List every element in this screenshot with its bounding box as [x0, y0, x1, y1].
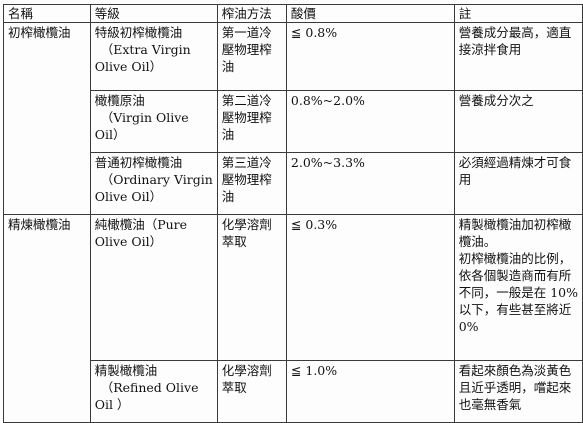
acidity-value: ≦ 0.8% [290, 25, 338, 40]
note-line: 0% [458, 319, 479, 334]
method-line: 第一道冷 [221, 25, 272, 40]
note-line: 用 [458, 172, 472, 187]
grade-line: 普通初榨橄欖油 [94, 155, 183, 170]
method-line: 油 [221, 127, 235, 142]
group-name-cell: 精煉橄欖油 [3, 214, 91, 423]
method-line: 萃取 [221, 234, 247, 249]
method-line: 壓物理榨 [221, 172, 272, 187]
note-line: 營養成分次之 [458, 93, 534, 108]
note-line: 依各個製造商而有所 [458, 268, 572, 283]
grade-line: Oil ） [94, 397, 130, 412]
method-line: 化學溶劑 [221, 363, 272, 378]
note-line: 看起來顏色為淡黃色 [458, 363, 572, 378]
note-cell: 必須經過精煉才可食 用 [453, 152, 583, 215]
grade-line: Olive Oil） [94, 234, 163, 249]
grade-line: 精製橄欖油 [94, 363, 158, 378]
method-line: 化學溶劑 [221, 217, 272, 232]
acidity-value: 0.8%~2.0% [290, 93, 365, 108]
grade-cell: 橄欖原油 （Virgin Olive Oil） [89, 90, 218, 153]
acidity-cell: 0.8%~2.0% [285, 90, 455, 153]
acidity-cell: ≦ 0.3% [285, 214, 455, 361]
note-cell: 精製橄欖油加初榨橄 欖油。 初榨橄欖油的比例， 依各個製造商而有所 不同，一般是… [453, 214, 583, 361]
note-line: 且近乎透明，嚐起來 [458, 380, 572, 395]
grade-line: （Extra Virgin [100, 42, 191, 57]
method-cell: 第三道冷 壓物理榨 油 [216, 152, 287, 215]
note-line: 接涼拌食用 [458, 42, 522, 57]
group-name: 精煉橄欖油 [8, 217, 71, 232]
note-cell: 看起來顏色為淡黃色 且近乎透明，嚐起來 也毫無香氣 [453, 360, 583, 423]
grade-line: （Ordinary Virgin [100, 172, 213, 187]
method-cell: 化學溶劑 萃取 [216, 214, 287, 361]
table-row: 普通初榨橄欖油 （Ordinary Virgin Olive Oil） 第三道冷… [4, 152, 583, 215]
acidity-value: ≦ 0.3% [290, 217, 338, 232]
group-name: 初榨橄欖油 [8, 25, 71, 40]
note-line: 也毫無香氣 [458, 397, 522, 412]
method-line: 油 [221, 189, 235, 204]
header-method: 榨油方法 [216, 4, 287, 23]
method-cell: 第一道冷 壓物理榨 油 [216, 22, 287, 91]
note-cell: 營養成分最高，適直 接涼拌食用 [453, 22, 583, 91]
header-row: 名稱 等級 榨油方法 酸價 註 [3, 4, 583, 23]
note-line: 營養成分最高，適直 [458, 25, 572, 40]
grade-cell: 特級初榨橄欖油 （Extra Virgin Olive Oil） [89, 22, 218, 91]
acidity-value: ≦ 1.0% [290, 363, 338, 378]
table-row: 精煉橄欖油 純橄欖油（Pure Olive Oil） 化學溶劑 萃取 ≦ 0.3… [3, 214, 583, 423]
header-name: 名稱 [3, 4, 91, 23]
acidity-cell: ≦ 1.0% [285, 360, 455, 423]
method-line: 萃取 [221, 380, 247, 395]
acidity-cell: 2.0%~3.3% [285, 152, 455, 215]
acidity-cell: ≦ 0.8% [285, 22, 455, 91]
grade-cell: 普通初榨橄欖油 （Ordinary Virgin Olive Oil） [89, 152, 218, 215]
grade-line: 特級初榨橄欖油 [94, 25, 183, 40]
method-line: 壓物理榨 [221, 110, 272, 125]
table-row: 精製橄欖油 （Refined Olive Oil ） 化學溶劑 萃取 ≦ 1.0… [4, 360, 583, 423]
grade-line: 純橄欖油（Pure [94, 217, 188, 232]
note-line: 精製橄欖油加初榨橄 [458, 217, 572, 232]
method-line: 油 [221, 59, 235, 74]
method-line: 壓物理榨 [221, 42, 272, 57]
grade-line: Oil） [94, 127, 126, 142]
note-line: 以下，有些甚至將近 [458, 302, 572, 317]
olive-oil-grade-table: 名稱 等級 榨油方法 酸價 註 初榨橄欖油 特級初榨橄欖油 （Extra Vir… [3, 4, 583, 423]
note-line: 欖油。 [458, 234, 497, 249]
grade-line: （Virgin Olive [100, 110, 189, 125]
note-line: 初榨橄欖油的比例， [458, 251, 572, 266]
note-line: 必須經過精煉才可食 [458, 155, 572, 170]
grade-cell: 精製橄欖油 （Refined Olive Oil ） [89, 360, 218, 423]
document-page: 名稱 等級 榨油方法 酸價 註 初榨橄欖油 特級初榨橄欖油 （Extra Vir… [0, 0, 583, 423]
acidity-value: 2.0%~3.3% [290, 155, 365, 170]
grade-line: Olive Oil） [94, 59, 163, 74]
note-cell: 營養成分次之 [453, 90, 583, 153]
table-row: 橄欖原油 （Virgin Olive Oil） 第二道冷 壓物理榨 油 0.8%… [4, 90, 583, 153]
header-acidity: 酸價 [285, 4, 455, 23]
method-cell: 化學溶劑 萃取 [216, 360, 287, 423]
header-note: 註 [453, 4, 583, 23]
grade-line: Olive Oil） [94, 189, 163, 204]
header-grade: 等級 [89, 4, 218, 23]
table-row: 初榨橄欖油 特級初榨橄欖油 （Extra Virgin Olive Oil） 第… [3, 22, 583, 215]
grade-line: （Refined Olive [100, 380, 199, 395]
method-line: 第二道冷 [221, 93, 272, 108]
grade-line: 橄欖原油 [94, 93, 145, 108]
note-line: 不同，一般是在 10% [458, 285, 578, 300]
method-cell: 第二道冷 壓物理榨 油 [216, 90, 287, 153]
group-name-cell: 初榨橄欖油 [3, 22, 91, 215]
grade-cell: 純橄欖油（Pure Olive Oil） [89, 214, 218, 361]
method-line: 第三道冷 [221, 155, 272, 170]
